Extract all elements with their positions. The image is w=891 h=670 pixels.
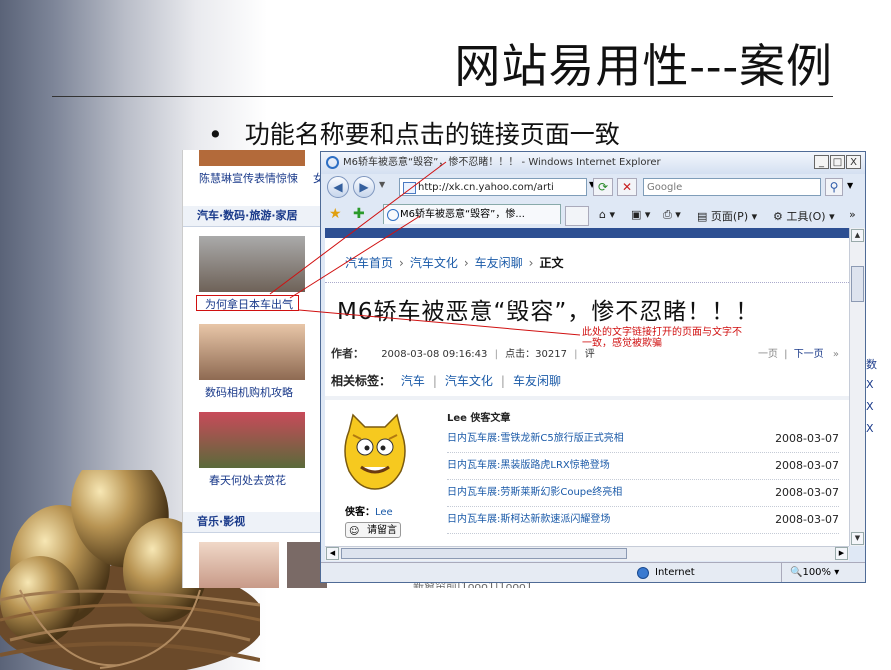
slide-title: 网站易用性---案例 [454,39,833,93]
title-rule [52,96,833,97]
bullet-point: • 功能名称要和点击的链接页面一致 [208,115,620,151]
bullet-text: 功能名称要和点击的链接页面一致 [244,120,620,149]
annotation-lines [269,161,581,336]
annotation-note: 此处的文字链接打开的页面与文字不一致，感觉被欺骗 [582,327,742,349]
bullet-icon: • [208,120,223,149]
